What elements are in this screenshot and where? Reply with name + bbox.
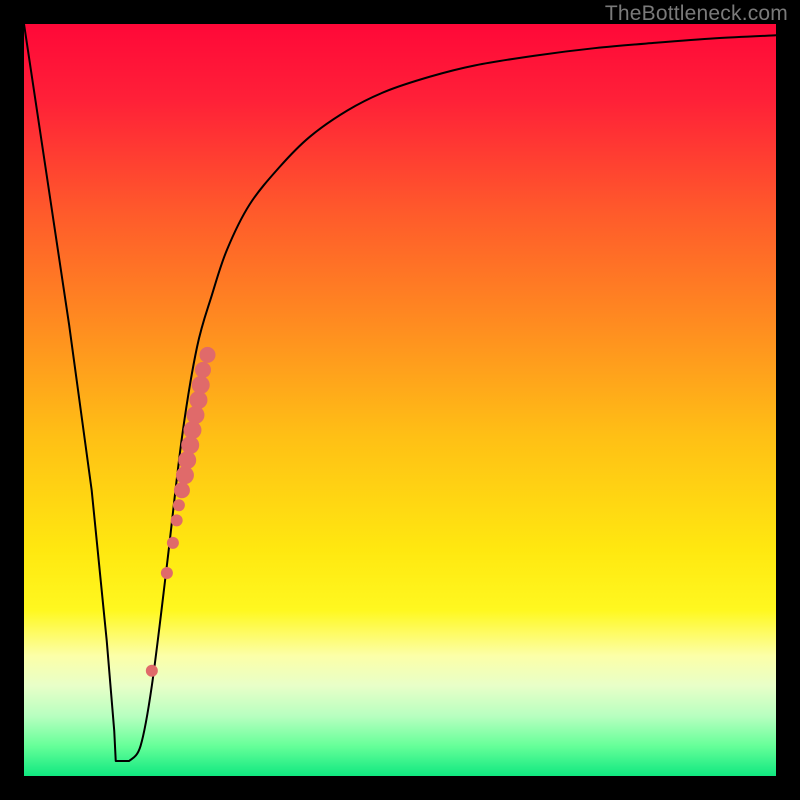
marker-point bbox=[171, 514, 183, 526]
marker-point bbox=[176, 466, 194, 484]
marker-point bbox=[195, 362, 211, 378]
marker-point bbox=[174, 482, 190, 498]
marker-point bbox=[199, 347, 215, 363]
marker-point bbox=[189, 391, 207, 409]
chart-container: TheBottleneck.com bbox=[0, 0, 800, 800]
chart-svg bbox=[0, 0, 800, 800]
marker-point bbox=[167, 537, 179, 549]
marker-point bbox=[173, 499, 185, 511]
marker-point bbox=[146, 665, 158, 677]
marker-point bbox=[181, 436, 199, 454]
marker-point bbox=[161, 567, 173, 579]
marker-point bbox=[186, 406, 204, 424]
plot-background bbox=[24, 24, 776, 776]
marker-point bbox=[178, 451, 196, 469]
marker-point bbox=[192, 376, 210, 394]
marker-point bbox=[183, 421, 201, 439]
watermark-text: TheBottleneck.com bbox=[605, 2, 788, 26]
